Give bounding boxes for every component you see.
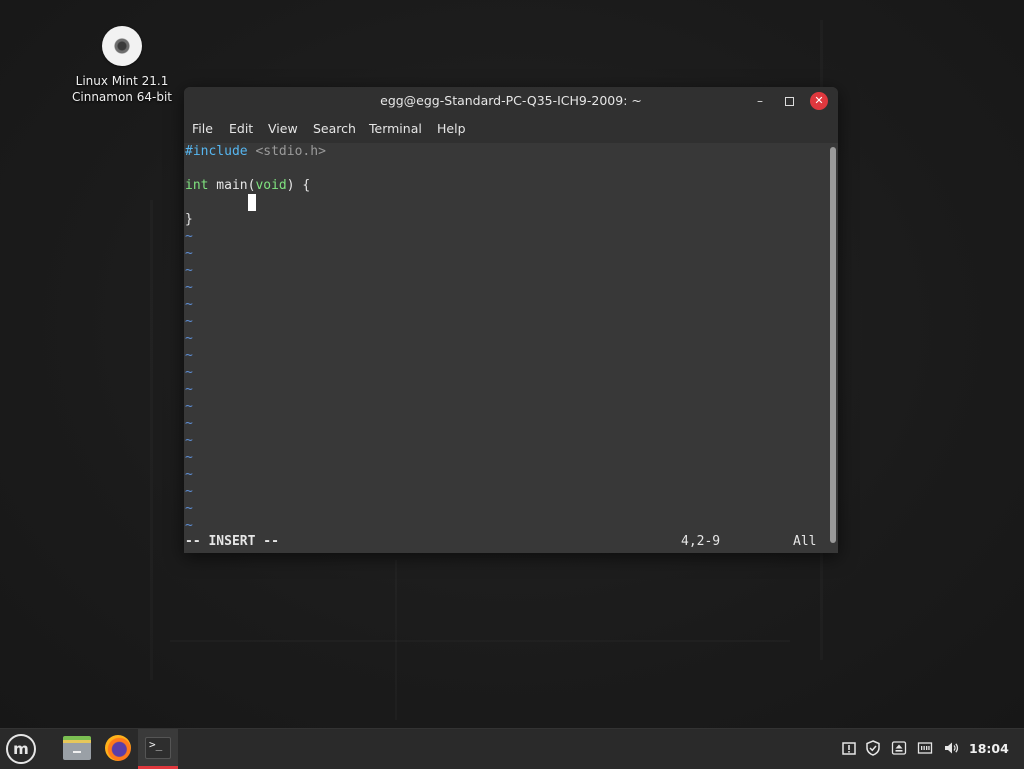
terminal-window: egg@egg-Standard-PC-Q35-ICH9-2009: ~ – ✕… xyxy=(184,87,838,553)
cursor-position: 4,2-9 xyxy=(681,534,721,549)
clock[interactable]: 18:04 xyxy=(969,741,1009,756)
firefox-icon xyxy=(105,735,131,761)
editor-line-5: } xyxy=(185,212,193,227)
eject-icon[interactable] xyxy=(890,740,908,758)
empty-line-tilde: ~ xyxy=(185,365,193,380)
preprocessor-directive: #include xyxy=(185,144,248,159)
empty-line-tilde: ~ xyxy=(185,297,193,312)
empty-line-tilde: ~ xyxy=(185,399,193,414)
desktop-icon-label-line2: Cinnamon 64-bit xyxy=(72,90,172,104)
empty-line-tilde: ~ xyxy=(185,484,193,499)
network-icon[interactable] xyxy=(916,740,934,758)
type-keyword: int xyxy=(185,178,209,193)
empty-line-tilde: ~ xyxy=(185,263,193,278)
include-header: <stdio.h> xyxy=(247,144,326,159)
maximize-button[interactable] xyxy=(780,92,798,110)
terminal-icon: >_ xyxy=(145,737,171,759)
disc-icon xyxy=(102,26,142,66)
menu-terminal[interactable]: Terminal xyxy=(369,121,422,136)
scrollbar-thumb[interactable] xyxy=(830,147,836,543)
taskbar: m >_ 18:04 xyxy=(0,728,1024,769)
vim-mode-indicator: -- INSERT -- xyxy=(185,534,279,549)
menubar: File Edit View Search Terminal Help xyxy=(184,115,838,143)
window-titlebar[interactable]: egg@egg-Standard-PC-Q35-ICH9-2009: ~ – ✕ xyxy=(184,87,838,115)
scroll-position: All xyxy=(793,534,817,549)
desktop-icon-label-line1: Linux Mint 21.1 xyxy=(75,74,169,88)
maximize-icon xyxy=(784,97,794,106)
terminal-text-area[interactable]: #include <stdio.h> int main(void) { } ~ ~… xyxy=(184,143,829,553)
empty-line-tilde: ~ xyxy=(185,314,193,329)
empty-line-tilde: ~ xyxy=(185,433,193,448)
empty-line-tilde: ~ xyxy=(185,467,193,482)
empty-line-tilde: ~ xyxy=(185,280,193,295)
empty-line-tilde: ~ xyxy=(185,501,193,516)
empty-line-tilde: ~ xyxy=(185,416,193,431)
menu-view[interactable]: View xyxy=(268,121,298,136)
mint-menu-button[interactable]: m xyxy=(6,734,36,764)
function-name: main( xyxy=(208,178,256,193)
empty-line-tilde: ~ xyxy=(185,518,193,533)
files-launcher[interactable] xyxy=(58,729,98,769)
menu-search[interactable]: Search xyxy=(313,121,356,136)
terminal-launcher[interactable]: >_ xyxy=(138,729,178,769)
empty-line-tilde: ~ xyxy=(185,382,193,397)
empty-line-tilde: ~ xyxy=(185,450,193,465)
volume-icon[interactable] xyxy=(942,740,960,758)
scrollbar[interactable] xyxy=(829,143,838,553)
minimize-button[interactable]: – xyxy=(751,92,769,110)
close-button[interactable]: ✕ xyxy=(810,92,828,110)
menu-help[interactable]: Help xyxy=(437,121,466,136)
menu-edit[interactable]: Edit xyxy=(229,121,253,136)
empty-line-tilde: ~ xyxy=(185,331,193,346)
wallpaper-streak xyxy=(150,200,153,680)
text-cursor xyxy=(248,194,256,211)
desktop-icon-linux-mint[interactable]: Linux Mint 21.1 Cinnamon 64-bit xyxy=(62,26,182,105)
window-title: egg@egg-Standard-PC-Q35-ICH9-2009: ~ xyxy=(380,93,642,108)
files-icon xyxy=(63,736,91,760)
shield-icon[interactable] xyxy=(864,740,882,758)
param-keyword: void xyxy=(255,178,287,193)
editor-line-3: int main(void) { xyxy=(185,177,310,194)
desktop-icon-label: Linux Mint 21.1 Cinnamon 64-bit xyxy=(62,73,182,105)
empty-line-tilde: ~ xyxy=(185,229,193,244)
update-manager-icon[interactable] xyxy=(840,740,858,758)
empty-line-tilde: ~ xyxy=(185,348,193,363)
function-brace: ) { xyxy=(286,178,311,193)
menu-file[interactable]: File xyxy=(192,121,213,136)
wallpaper-streak xyxy=(170,640,790,642)
empty-line-tilde: ~ xyxy=(185,246,193,261)
editor-line-1: #include <stdio.h> xyxy=(185,143,326,160)
firefox-launcher[interactable] xyxy=(98,729,138,769)
